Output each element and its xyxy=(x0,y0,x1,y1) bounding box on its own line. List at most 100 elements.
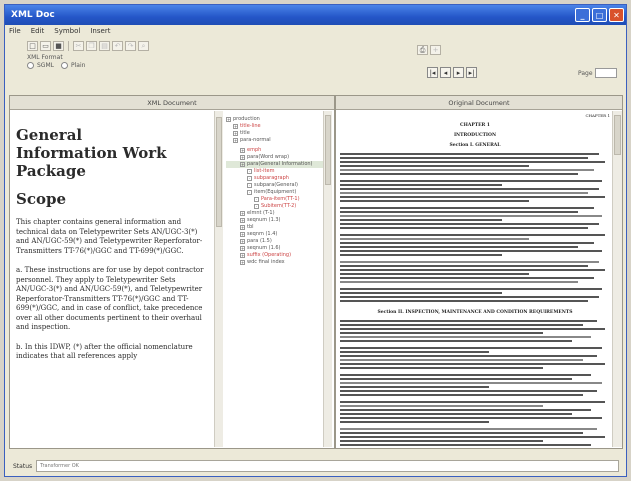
expand-icon[interactable]: + xyxy=(233,124,238,129)
leaf-icon[interactable]: · xyxy=(247,183,252,188)
original-document-view[interactable]: CHAPTER 1 CHAPTER 1 INTRODUCTION Section… xyxy=(340,111,610,447)
text-line xyxy=(340,254,502,256)
radio-plain[interactable] xyxy=(60,62,68,69)
expand-icon[interactable]: + xyxy=(240,225,245,230)
expand-icon[interactable]: + xyxy=(240,232,245,237)
page-number-input[interactable] xyxy=(594,68,617,78)
expand-icon[interactable]: + xyxy=(233,131,238,136)
tree-node[interactable]: + tbl xyxy=(226,224,332,231)
text-line xyxy=(340,432,583,434)
tree-node[interactable]: + production xyxy=(226,116,332,123)
expand-icon[interactable]: + xyxy=(240,253,245,258)
text-line xyxy=(340,405,543,407)
close-button[interactable]: ✕ xyxy=(609,8,624,22)
expand-icon[interactable]: + xyxy=(240,246,245,251)
tree-node[interactable]: + title xyxy=(226,130,332,137)
status-bar: Status Transformer OK xyxy=(13,459,619,473)
leaf-icon[interactable]: · xyxy=(247,169,252,174)
menu-symbol[interactable]: Symbol xyxy=(54,27,80,35)
radio-sgml[interactable] xyxy=(27,62,34,69)
leaf-icon[interactable]: · xyxy=(247,176,252,181)
tree-node[interactable]: · subparagraph xyxy=(226,175,332,182)
tree-node[interactable]: · Subitem(TT-2) xyxy=(226,203,332,210)
text-line xyxy=(340,324,583,326)
leaf-icon[interactable]: · xyxy=(247,190,252,195)
expand-icon[interactable]: + xyxy=(240,148,245,153)
new-icon[interactable]: □ xyxy=(27,41,38,51)
tree-node[interactable]: + elmnt (T-1) xyxy=(226,210,332,217)
tree-node[interactable]: + para(General Information) xyxy=(226,161,332,168)
tree-node[interactable]: + para (1.5) xyxy=(226,238,332,245)
text-line xyxy=(340,336,592,338)
expand-icon[interactable]: + xyxy=(240,239,245,244)
menu-file[interactable]: File xyxy=(9,27,21,35)
scroll-thumb[interactable] xyxy=(614,115,621,155)
xml-document-header: XML Document xyxy=(10,96,334,110)
zoom-icon[interactable]: + xyxy=(430,45,441,55)
leaf-icon[interactable]: · xyxy=(254,204,259,209)
tree-node-label: seqnum (1.6) xyxy=(247,245,281,251)
text-line xyxy=(340,378,573,380)
expand-icon[interactable]: + xyxy=(233,138,238,143)
text-line xyxy=(340,363,605,365)
original-text-block xyxy=(340,320,610,447)
window-title: XML Doc xyxy=(11,10,55,20)
tree-node[interactable]: + para-normal xyxy=(226,137,332,144)
text-line xyxy=(340,250,602,252)
expand-icon[interactable]: + xyxy=(240,162,245,167)
tree-node[interactable]: + emph xyxy=(226,147,332,154)
print-icon[interactable]: ⎙ xyxy=(417,45,428,55)
expand-icon[interactable]: + xyxy=(240,218,245,223)
paste-icon[interactable]: ▤ xyxy=(99,41,110,51)
prev-page-button[interactable]: ◂ xyxy=(440,67,451,78)
minimize-button[interactable]: _ xyxy=(575,8,590,22)
expand-icon[interactable]: + xyxy=(240,155,245,160)
tree-node[interactable]: · subpara(General) xyxy=(226,182,332,189)
expand-icon[interactable]: + xyxy=(226,117,231,122)
leaf-icon[interactable]: · xyxy=(254,197,259,202)
text-line xyxy=(340,269,605,271)
pane-splitter[interactable] xyxy=(334,96,336,448)
scroll-thumb[interactable] xyxy=(325,115,331,185)
expand-icon[interactable]: + xyxy=(240,260,245,265)
tree-node[interactable]: + seqnum (1.3) xyxy=(226,217,332,224)
tree-node-label: emph xyxy=(247,147,262,153)
original-document-scrollbar[interactable] xyxy=(612,111,622,447)
text-line xyxy=(340,413,573,415)
copy-icon[interactable]: ❐ xyxy=(86,41,97,51)
tree-node[interactable]: · Para-item(TT-1) xyxy=(226,196,332,203)
original-document-header: Original Document xyxy=(336,96,622,110)
menu-edit[interactable]: Edit xyxy=(31,27,45,35)
text-line xyxy=(340,200,529,202)
tree-node[interactable]: + seqnum (1.6) xyxy=(226,245,332,252)
tree-node-label: seqnum (1.3) xyxy=(247,217,281,223)
redo-icon[interactable]: ↷ xyxy=(125,41,136,51)
save-icon[interactable]: ■ xyxy=(53,41,64,51)
scroll-thumb[interactable] xyxy=(216,117,222,227)
menu-insert[interactable]: Insert xyxy=(90,27,110,35)
tree-node[interactable]: · item(Equipment) xyxy=(226,189,332,196)
last-page-button[interactable]: ▸| xyxy=(466,67,477,78)
undo-icon[interactable]: ↶ xyxy=(112,41,123,51)
text-line xyxy=(340,207,594,209)
tree-node[interactable]: + seqnm (1.4) xyxy=(226,231,332,238)
xml-document-scrollbar[interactable] xyxy=(214,111,223,447)
tree-node[interactable]: + title-line xyxy=(226,123,332,130)
open-icon[interactable]: ▭ xyxy=(40,41,51,51)
first-page-button[interactable]: |◂ xyxy=(427,67,438,78)
text-line xyxy=(340,188,600,190)
tree-node[interactable]: + para(Word wrap) xyxy=(226,154,332,161)
maximize-button[interactable]: □ xyxy=(592,8,607,22)
next-page-button[interactable]: ▸ xyxy=(453,67,464,78)
expand-icon[interactable]: + xyxy=(240,211,245,216)
tree-node[interactable]: · list-item xyxy=(226,168,332,175)
tree-node[interactable]: + suffix (Operating) xyxy=(226,252,332,259)
tree-scrollbar[interactable] xyxy=(323,111,332,447)
tree-node[interactable]: + wdc final index xyxy=(226,259,332,266)
find-icon[interactable]: ⌕ xyxy=(138,41,149,51)
xml-tree-view[interactable]: + production + title-line + title + para-normal… xyxy=(226,116,332,446)
xml-document-view[interactable]: General Information Work Package Scope T… xyxy=(16,116,206,446)
cut-icon[interactable]: ✂ xyxy=(73,41,84,51)
text-line xyxy=(340,300,589,302)
original-intro-title: INTRODUCTION xyxy=(453,133,497,138)
